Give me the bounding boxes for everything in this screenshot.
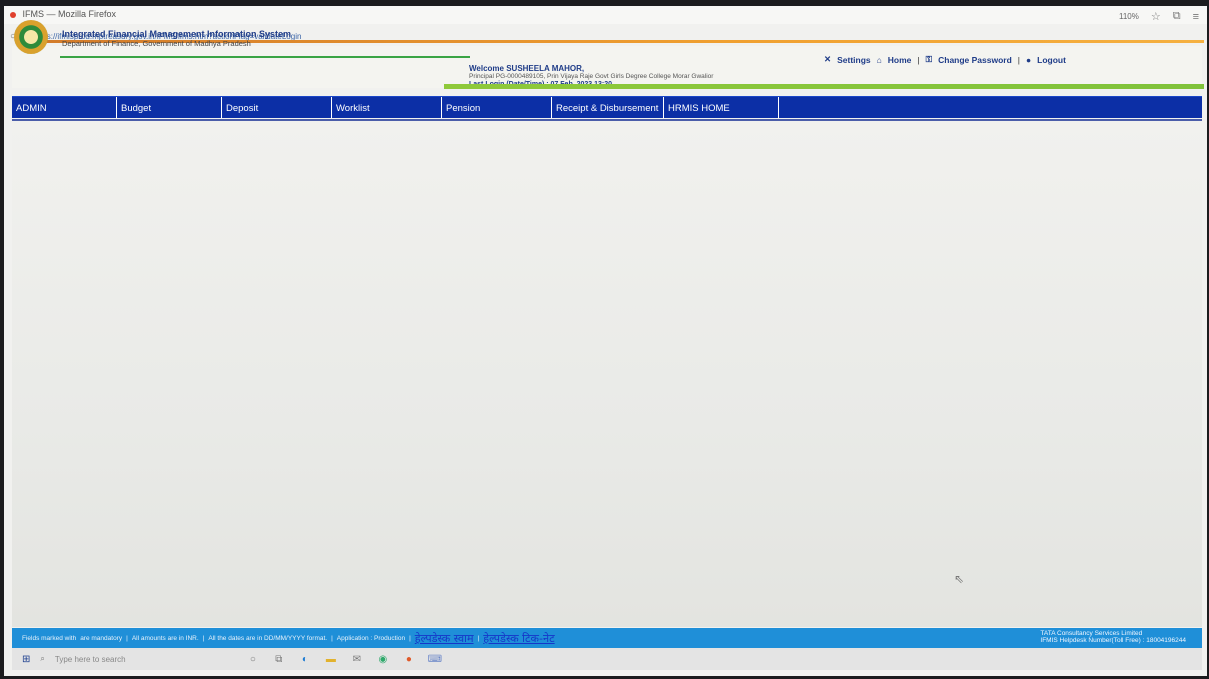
menu-icon[interactable]: ≡ bbox=[1193, 11, 1199, 23]
footer-bar: Fields marked with are mandatory | All a… bbox=[12, 628, 1202, 648]
logout-link[interactable]: Logout bbox=[1037, 55, 1066, 65]
task-view-icon[interactable]: ⧉ bbox=[271, 652, 287, 666]
settings-icon[interactable]: ✕ bbox=[824, 54, 831, 65]
header-green-rule bbox=[60, 56, 470, 58]
home-icon[interactable]: ⌂ bbox=[877, 55, 882, 65]
search-icon[interactable]: ⌕ bbox=[40, 654, 44, 664]
amounts-note: All amounts are in INR. bbox=[131, 634, 199, 642]
chrome-icon[interactable]: ◉ bbox=[375, 652, 391, 666]
taskbar-search[interactable]: Type here to search bbox=[55, 655, 235, 664]
mouse-cursor-icon: ⇖ bbox=[954, 572, 965, 586]
cortana-icon[interactable]: ○ bbox=[245, 652, 261, 666]
helpdesk-number: IFMIS Helpdesk Number(Toll Free) : 18004… bbox=[1040, 637, 1186, 644]
nav-deposit[interactable]: Deposit bbox=[222, 97, 332, 118]
logout-icon[interactable]: ● bbox=[1026, 55, 1031, 65]
separator: | bbox=[477, 634, 480, 642]
nav-underline bbox=[12, 119, 1202, 121]
footer-vendor: TATA Consultancy Services Limited IFMIS … bbox=[1040, 630, 1186, 644]
user-designation: Principal PG-0000489105, Prin Vijaya Raj… bbox=[469, 73, 714, 80]
firefox-taskbar-icon[interactable]: ● bbox=[401, 652, 417, 666]
welcome-text: Welcome SUSHEELA MAHOR, bbox=[469, 64, 585, 73]
nav-receipt-disbursement[interactable]: Receipt & Disbursement bbox=[552, 97, 664, 118]
key-icon[interactable]: ⚿ bbox=[926, 54, 932, 65]
nav-budget[interactable]: Budget bbox=[117, 97, 222, 118]
separator: | bbox=[1017, 54, 1021, 65]
windows-start-icon[interactable]: ⊞ bbox=[22, 654, 30, 665]
separator: | bbox=[409, 634, 411, 642]
mp-government-logo bbox=[14, 20, 48, 54]
main-content bbox=[12, 122, 1202, 627]
windows-taskbar: ⊞ ⌕ Type here to search ○ ⧉ ◐ ▬ ✉ ◉ ● ⌨ bbox=[12, 648, 1202, 670]
separator: | bbox=[331, 634, 333, 642]
nav-hrmis-home[interactable]: HRMIS HOME bbox=[664, 97, 779, 118]
separator: | bbox=[126, 634, 128, 642]
bookmark-star-icon[interactable]: ☆ bbox=[1151, 10, 1161, 23]
separator: | bbox=[917, 54, 920, 65]
home-link[interactable]: Home bbox=[888, 55, 912, 65]
nav-worklist[interactable]: Worklist bbox=[332, 97, 442, 118]
nav-pension[interactable]: Pension bbox=[442, 97, 552, 118]
helpdesk-link[interactable]: हेल्पडेस्क स्वाम bbox=[415, 631, 474, 646]
app-subtitle: Department of Finance, Government of Mad… bbox=[62, 39, 251, 48]
change-password-link[interactable]: Change Password bbox=[938, 55, 1012, 65]
mandatory-note: are mandatory bbox=[80, 634, 123, 642]
mail-icon[interactable]: ✉ bbox=[349, 652, 365, 666]
vendor-name: TATA Consultancy Services Limited bbox=[1040, 630, 1143, 637]
settings-link[interactable]: Settings bbox=[837, 55, 871, 65]
main-nav: ADMIN Budget Deposit Worklist Pension Re… bbox=[12, 96, 1202, 118]
helpdesk-ticket-link[interactable]: हेल्पडेस्क टिक-नेट bbox=[483, 631, 554, 646]
header-green-stripe bbox=[444, 84, 1204, 89]
app-title: Integrated Financial Management Informat… bbox=[62, 29, 292, 39]
screen: IFMS — Mozilla Firefox 110% ☆ ⧉ ≡ ○ 🔒︎ h… bbox=[4, 6, 1207, 676]
separator: | bbox=[202, 634, 205, 642]
extensions-icon[interactable]: ⧉ bbox=[1173, 10, 1181, 23]
application-note: Application : Production bbox=[336, 634, 406, 642]
firefox-icon bbox=[10, 11, 16, 18]
browser-title-bar: IFMS — Mozilla Firefox bbox=[4, 6, 1207, 24]
fields-note: Fields marked with bbox=[22, 634, 77, 642]
top-links: ✕ Settings ⌂ Home | ⚿ Change Password | … bbox=[824, 54, 1066, 65]
zoom-level[interactable]: 110% bbox=[1119, 12, 1139, 21]
edge-icon[interactable]: ◐ bbox=[297, 652, 313, 666]
nav-admin[interactable]: ADMIN bbox=[12, 97, 117, 118]
browser-toolbar-right: 110% ☆ ⧉ ≡ bbox=[1119, 10, 1199, 23]
app-icon[interactable]: ⌨ bbox=[427, 652, 443, 666]
window-title: IFMS — Mozilla Firefox bbox=[22, 9, 117, 19]
dates-note: All the dates are in DD/MM/YYYY format. bbox=[208, 634, 328, 642]
file-explorer-icon[interactable]: ▬ bbox=[323, 652, 339, 666]
